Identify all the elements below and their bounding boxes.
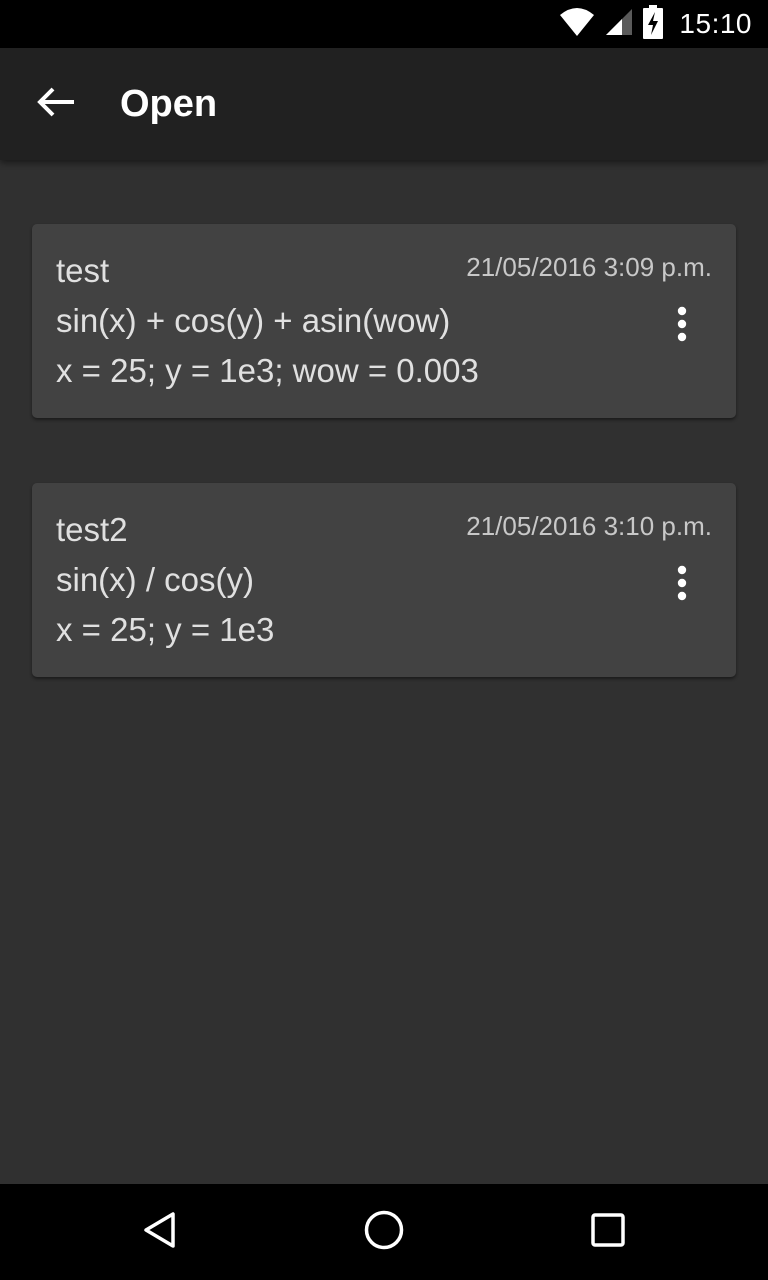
file-variables: x = 25; y = 1e3	[56, 611, 275, 648]
page-title: Open	[120, 83, 218, 125]
file-date: 21/05/2016 3:09 p.m.	[466, 252, 712, 282]
app-bar: Open	[0, 48, 768, 160]
status-bar: 15:10	[0, 0, 768, 48]
nav-recents-button[interactable]	[576, 1200, 640, 1264]
arrow-back-icon	[36, 86, 76, 123]
file-name: test2	[56, 511, 128, 548]
status-icons: 15:10	[559, 0, 752, 48]
battery-charging-icon	[643, 4, 664, 44]
more-vert-icon	[677, 306, 687, 347]
nav-home-button[interactable]	[352, 1200, 416, 1264]
back-triangle-icon	[140, 1210, 180, 1255]
back-button[interactable]	[24, 76, 88, 132]
file-list: test 21/05/2016 3:09 p.m. sin(x) + cos(y…	[0, 160, 768, 1184]
overflow-menu-button[interactable]	[658, 302, 706, 350]
recents-square-icon	[590, 1212, 626, 1253]
signal-icon	[605, 7, 633, 42]
nav-back-button[interactable]	[128, 1200, 192, 1264]
overflow-menu-button[interactable]	[658, 561, 706, 609]
navigation-bar	[0, 1184, 768, 1280]
home-circle-icon	[363, 1209, 405, 1256]
status-time: 15:10	[679, 8, 752, 39]
file-card[interactable]: test 21/05/2016 3:09 p.m. sin(x) + cos(y…	[32, 224, 736, 418]
file-card[interactable]: test2 21/05/2016 3:10 p.m. sin(x) / cos(…	[32, 483, 736, 677]
file-name: test	[56, 252, 110, 289]
more-vert-icon	[677, 565, 687, 606]
file-expression: sin(x) / cos(y)	[56, 561, 254, 598]
file-variables: x = 25; y = 1e3; wow = 0.003	[56, 352, 479, 389]
file-expression: sin(x) + cos(y) + asin(wow)	[56, 302, 451, 339]
wifi-icon	[559, 7, 595, 42]
file-date: 21/05/2016 3:10 p.m.	[466, 511, 712, 541]
